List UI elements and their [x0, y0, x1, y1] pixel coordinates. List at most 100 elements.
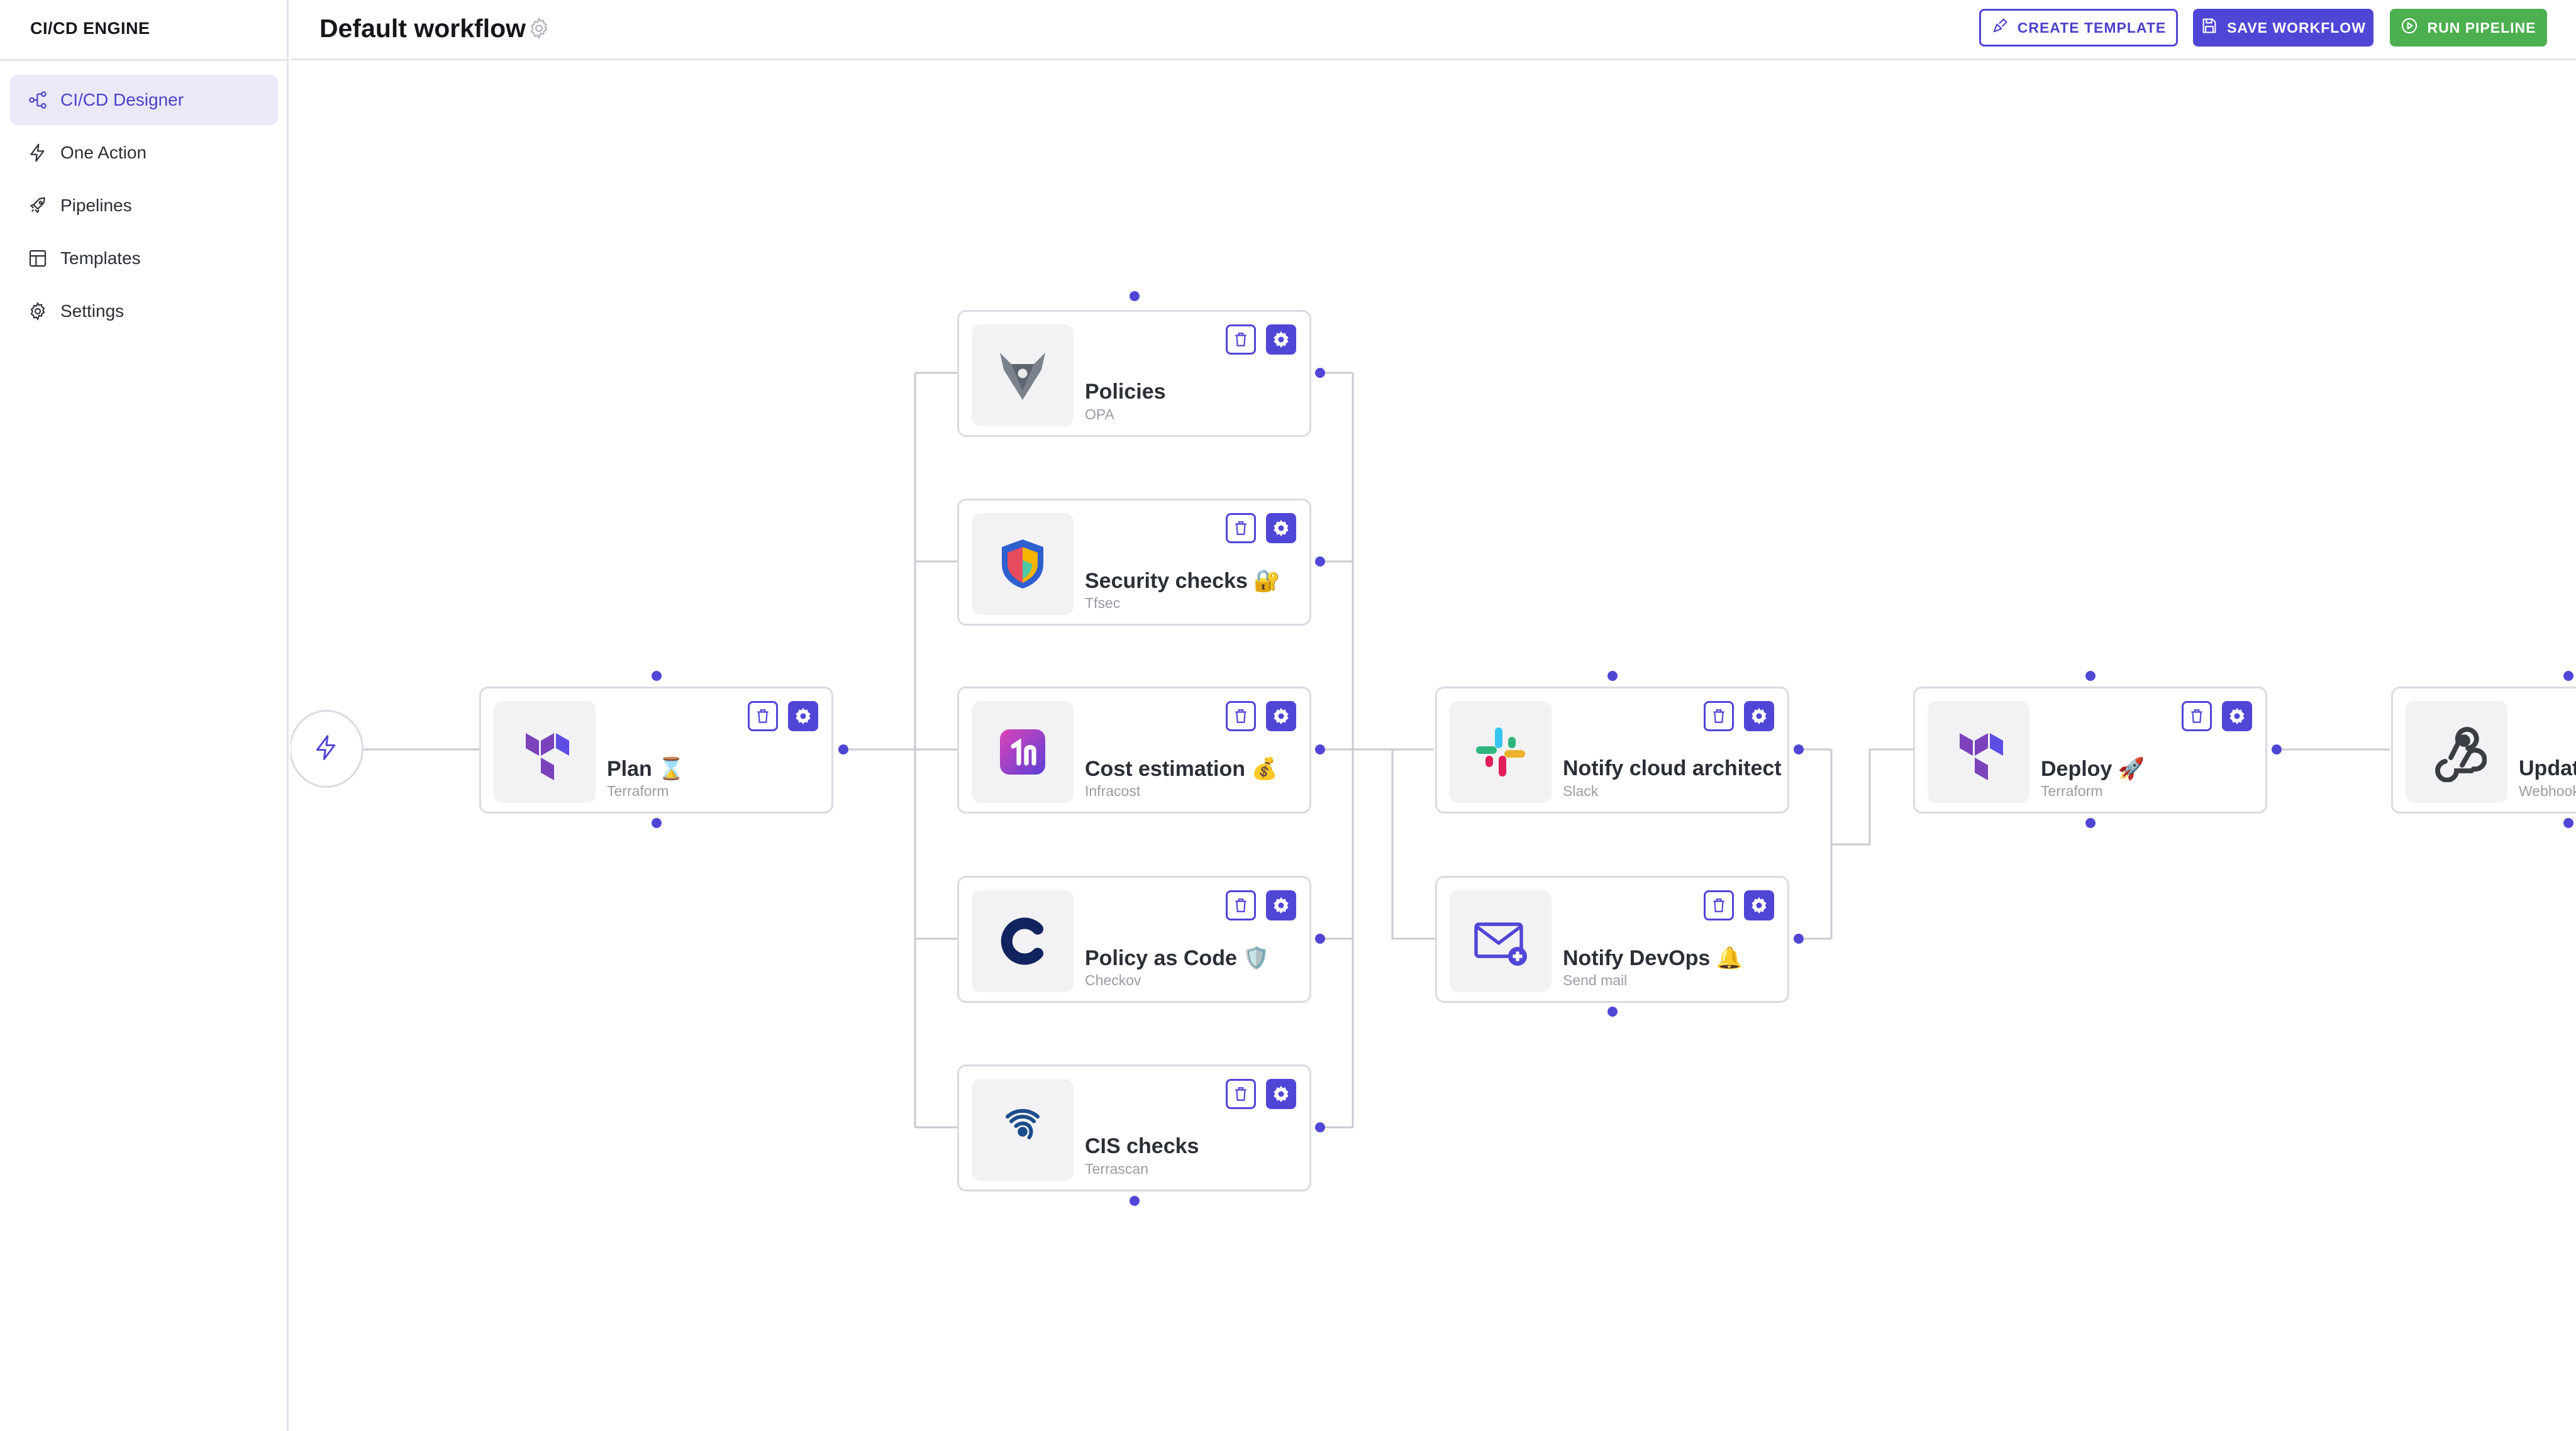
configure-node-button[interactable] — [1744, 701, 1774, 731]
node-port[interactable] — [1130, 291, 1140, 301]
sidebar-item-templates[interactable]: Templates — [10, 233, 278, 284]
configure-node-button[interactable] — [1266, 890, 1296, 920]
node-title: Security checks 🔐 — [1085, 569, 1280, 593]
configure-node-button[interactable] — [1266, 324, 1296, 355]
workflow-icon — [26, 89, 49, 111]
configure-node-button[interactable] — [1266, 1079, 1296, 1109]
workflow-node-plan[interactable]: Plan ⌛ Terraform — [479, 687, 833, 814]
delete-node-button[interactable] — [1704, 701, 1734, 731]
node-port[interactable] — [1315, 368, 1325, 378]
save-workflow-button[interactable]: SAVE WORKFLOW — [2193, 9, 2373, 47]
workflow-node-security-checks[interactable]: Security checks 🔐 Tfsec — [957, 499, 1311, 626]
sidebar-item-label: CI/CD Designer — [60, 90, 184, 109]
node-port[interactable] — [1794, 744, 1804, 754]
rocket-icon — [26, 194, 49, 217]
configure-node-button[interactable] — [2222, 701, 2252, 731]
gear-icon — [26, 300, 49, 323]
node-port[interactable] — [838, 744, 848, 754]
node-port[interactable] — [2085, 818, 2096, 828]
node-subtitle: Checkov — [1085, 972, 1141, 988]
node-subtitle: Send mail — [1563, 972, 1628, 988]
node-subtitle: OPA — [1085, 406, 1114, 423]
page-title: Default workflow — [319, 14, 526, 43]
node-title: Notify cloud architect — [1563, 756, 1782, 780]
node-subtitle: Slack — [1563, 783, 1599, 799]
sidebar-item-settings[interactable]: Settings — [10, 286, 278, 336]
workflow-node-deploy[interactable]: Deploy 🚀 Terraform — [1913, 687, 2267, 814]
node-port[interactable] — [1794, 934, 1804, 944]
workflow-node-notify-cloud-architect[interactable]: Notify cloud architect Slack — [1435, 687, 1789, 814]
node-title: Policies — [1085, 380, 1166, 404]
configure-node-button[interactable] — [1266, 701, 1296, 731]
node-subtitle: Terrascan — [1085, 1161, 1148, 1177]
node-subtitle: Infracost — [1085, 783, 1141, 799]
delete-node-button[interactable] — [1226, 701, 1256, 731]
workflow-settings-icon[interactable] — [527, 16, 551, 40]
sidebar-nav: CI/CD Designer One Action Pipelines Temp… — [10, 75, 278, 339]
delete-node-button[interactable] — [748, 701, 778, 731]
node-subtitle: Terraform — [2041, 783, 2103, 799]
workflow-node-update[interactable]: Update Webhook — [2391, 687, 2576, 814]
node-port[interactable] — [2563, 818, 2573, 828]
node-title: Update — [2519, 756, 2576, 780]
slack-icon — [1450, 701, 1552, 803]
sidebar-item-label: Pipelines — [60, 196, 132, 215]
delete-node-button[interactable] — [1704, 890, 1734, 920]
node-title: Policy as Code 🛡️ — [1085, 946, 1270, 970]
workflow-node-notify-devops[interactable]: Notify DevOps 🔔 Send mail — [1435, 876, 1789, 1003]
node-port[interactable] — [652, 671, 662, 681]
node-port[interactable] — [1607, 671, 1618, 681]
sidebar-item-label: One Action — [60, 143, 147, 162]
workflow-node-policy-as-code[interactable]: Policy as Code 🛡️ Checkov — [957, 876, 1311, 1003]
node-port[interactable] — [2563, 671, 2573, 681]
delete-node-button[interactable] — [1226, 513, 1256, 543]
infracost-icon — [972, 701, 1074, 803]
sidebar-item-label: Settings — [60, 301, 125, 321]
node-title: CIS checks — [1085, 1134, 1199, 1158]
node-subtitle: Tfsec — [1085, 595, 1121, 611]
terraform-icon — [1928, 701, 2029, 803]
app-brand: CI/CD ENGINE — [30, 19, 150, 38]
node-subtitle: Terraform — [607, 783, 669, 799]
node-subtitle: Webhook — [2519, 783, 2576, 799]
node-port[interactable] — [2085, 671, 2096, 681]
sidebar-item-label: Templates — [60, 248, 141, 268]
edge-to-deploy — [1831, 748, 1913, 846]
node-port[interactable] — [2272, 744, 2282, 754]
configure-node-button[interactable] — [1266, 513, 1296, 543]
node-port[interactable] — [1130, 1196, 1140, 1206]
node-port[interactable] — [652, 818, 662, 828]
configure-node-button[interactable] — [788, 701, 818, 731]
run-pipeline-label: RUN PIPELINE — [2427, 19, 2536, 36]
node-port[interactable] — [1315, 556, 1325, 566]
node-port[interactable] — [1315, 744, 1325, 754]
delete-node-button[interactable] — [1226, 1079, 1256, 1109]
workflow-node-cis-checks[interactable]: CIS checks Terrascan — [957, 1064, 1311, 1191]
checkov-icon — [972, 890, 1074, 992]
sidebar-item-pipelines[interactable]: Pipelines — [10, 180, 278, 231]
workflow-node-cost-estimation[interactable]: Cost estimation 💰 Infracost — [957, 687, 1311, 814]
workflow-node-policies[interactable]: Policies OPA — [957, 310, 1311, 437]
node-port[interactable] — [1315, 1122, 1325, 1132]
sidebar-item-one-action[interactable]: One Action — [10, 128, 278, 178]
delete-node-button[interactable] — [1226, 890, 1256, 920]
create-template-button[interactable]: CREATE TEMPLATE — [1979, 9, 2178, 47]
save-icon — [2201, 17, 2227, 38]
node-port[interactable] — [1315, 934, 1325, 944]
node-port[interactable] — [1607, 1007, 1618, 1017]
workflow-canvas[interactable]: Plan ⌛ Terraform Policies OPA Security c… — [291, 62, 2576, 1431]
trigger-node[interactable] — [291, 710, 364, 788]
configure-node-button[interactable] — [1744, 890, 1774, 920]
delete-node-button[interactable] — [1226, 324, 1256, 355]
node-title: Deploy 🚀 — [2041, 757, 2145, 781]
opa-icon — [972, 324, 1074, 426]
bolt-icon — [313, 734, 340, 765]
top-bar: Default workflow CREATE TEMPLATE SAVE WO… — [291, 0, 2576, 60]
sidebar-item-cicd-designer[interactable]: CI/CD Designer — [10, 75, 278, 125]
create-template-label: CREATE TEMPLATE — [2017, 19, 2167, 36]
tfsec-shield-icon — [972, 513, 1074, 615]
node-title: Notify DevOps 🔔 — [1563, 946, 1743, 970]
run-pipeline-button[interactable]: RUN PIPELINE — [2390, 9, 2547, 47]
mail-icon — [1450, 890, 1552, 992]
delete-node-button[interactable] — [2182, 701, 2212, 731]
